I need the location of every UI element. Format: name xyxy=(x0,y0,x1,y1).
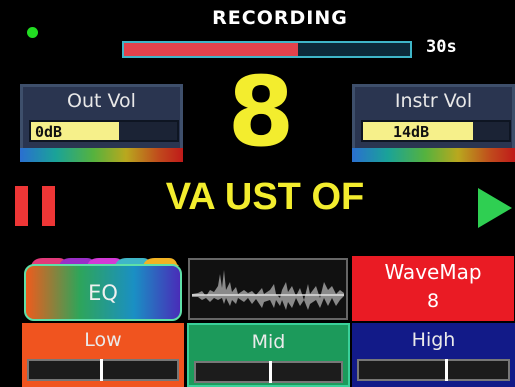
instr-vol-slider[interactable]: 14dB xyxy=(361,120,511,142)
low-band-slider[interactable] xyxy=(27,359,179,381)
mid-band-slider[interactable] xyxy=(194,361,343,383)
wavemap-label: WaveMap xyxy=(384,260,482,284)
waveform-display xyxy=(188,258,348,320)
preset-name: VA UST OF xyxy=(165,176,365,218)
high-band-slider[interactable] xyxy=(357,359,510,381)
pause-icon-bar xyxy=(42,186,55,226)
high-band-knob[interactable] xyxy=(445,359,449,381)
instr-vol-control[interactable]: Instr Vol 14dB xyxy=(352,84,515,148)
instr-vol-level-meter xyxy=(352,148,515,162)
recording-progress-fill xyxy=(124,43,299,56)
play-icon[interactable] xyxy=(478,188,512,228)
low-band-label: Low xyxy=(84,329,122,351)
low-band-knob[interactable] xyxy=(100,359,104,381)
mid-band-knob[interactable] xyxy=(268,361,272,383)
pause-icon xyxy=(15,186,28,226)
out-vol-label: Out Vol xyxy=(67,90,136,112)
wavemap-button[interactable]: WaveMap 8 xyxy=(352,256,514,321)
preset-number: 8 xyxy=(227,56,295,168)
instr-vol-label: Instr Vol xyxy=(394,90,473,112)
high-band-control[interactable]: High xyxy=(352,323,515,387)
out-vol-slider[interactable]: 0dB xyxy=(29,120,179,142)
recording-indicator-dot xyxy=(27,27,38,38)
recording-time: 30s xyxy=(426,37,457,57)
out-vol-level-meter xyxy=(20,148,183,162)
eq-button[interactable]: EQ xyxy=(23,256,183,322)
eq-label: EQ xyxy=(88,281,118,305)
wavemap-value: 8 xyxy=(426,290,440,312)
mid-band-label: Mid xyxy=(251,331,286,353)
out-vol-value: 0dB xyxy=(35,123,63,141)
waveform-graphic xyxy=(192,270,344,310)
mid-band-control[interactable]: Mid xyxy=(187,323,350,387)
instr-vol-value: 14dB xyxy=(393,123,430,141)
low-band-control[interactable]: Low xyxy=(22,323,184,387)
recording-title: RECORDING xyxy=(212,7,348,29)
out-vol-control[interactable]: Out Vol 0dB xyxy=(20,84,183,148)
high-band-label: High xyxy=(411,329,456,351)
